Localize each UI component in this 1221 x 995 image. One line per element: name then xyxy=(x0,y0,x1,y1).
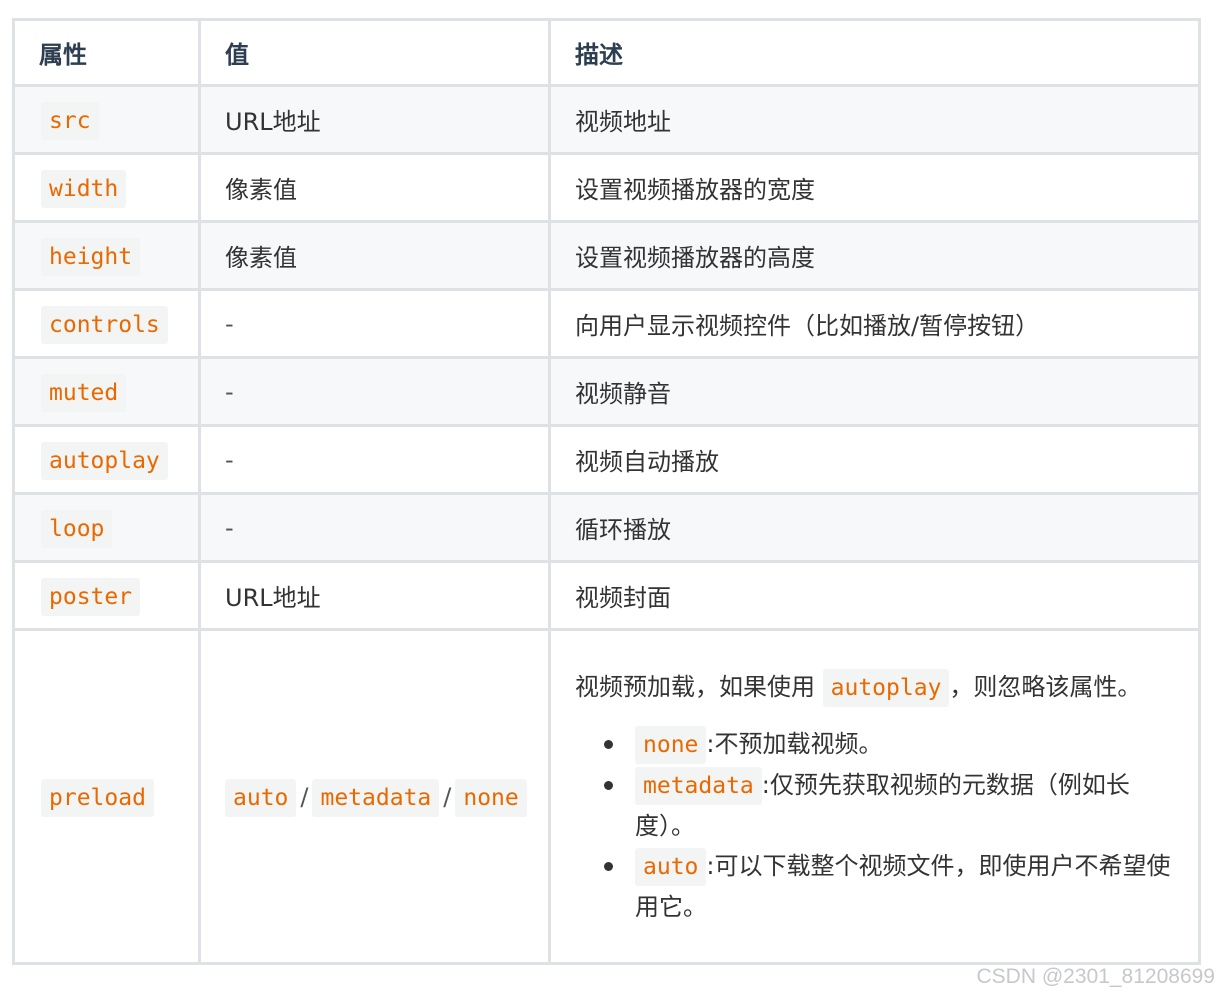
option-text: :不预加载视频。 xyxy=(706,729,883,758)
csdn-watermark: CSDN @2301_81208699 xyxy=(976,965,1216,988)
table-row: width 像素值 设置视频播放器的宽度 xyxy=(12,152,1201,223)
attr-cell: height xyxy=(12,220,201,291)
desc-cell: 视频预加载，如果使用 autoplay ，则忽略该属性。 none:不预加载视频。… xyxy=(548,628,1201,965)
table-row: height 像素值 设置视频播放器的高度 xyxy=(12,220,1201,291)
value-cell: - xyxy=(198,356,551,427)
desc-prefix: 视频预加载，如果使用 xyxy=(575,672,815,701)
table-row: loop - 循环播放 xyxy=(12,492,1201,563)
attr-code: width xyxy=(41,169,127,208)
option-code: metadata xyxy=(635,766,762,805)
table-row: poster URL地址 视频封面 xyxy=(12,560,1201,631)
option-code: none xyxy=(635,725,707,764)
value-cell: URL地址 xyxy=(198,560,551,631)
attr-code: loop xyxy=(41,509,113,548)
table-row: muted - 视频静音 xyxy=(12,356,1201,427)
desc-cell: 视频自动播放 xyxy=(548,424,1201,495)
attr-cell: loop xyxy=(12,492,201,563)
attr-code: preload xyxy=(41,778,154,817)
desc-cell: 循环播放 xyxy=(548,492,1201,563)
desc-cell: 视频地址 xyxy=(548,84,1201,155)
desc-cell: 设置视频播放器的宽度 xyxy=(548,152,1201,223)
header-description: 描述 xyxy=(548,18,1201,87)
value-cell: 像素值 xyxy=(198,152,551,223)
attributes-table: 属性 值 描述 src URL地址 视频地址 width 像素值 设置视频播放器… xyxy=(12,18,1201,965)
attr-code: autoplay xyxy=(41,441,168,480)
table-row: controls - 向用户显示视频控件（比如播放/暂停按钮） xyxy=(12,288,1201,359)
attr-cell: controls xyxy=(12,288,201,359)
value-cell: - xyxy=(198,424,551,495)
value-separator: / xyxy=(300,782,309,811)
desc-cell: 视频静音 xyxy=(548,356,1201,427)
desc-cell: 向用户显示视频控件（比如播放/暂停按钮） xyxy=(548,288,1201,359)
attr-cell: autoplay xyxy=(12,424,201,495)
attr-code: height xyxy=(41,237,141,276)
desc-code-autoplay: autoplay xyxy=(822,668,950,707)
attr-cell: width xyxy=(12,152,201,223)
header-attribute: 属性 xyxy=(12,18,201,87)
attr-code: src xyxy=(41,101,99,140)
table-row-preload: preload auto / metadata / none 视频预加载，如果使用 au… xyxy=(12,628,1201,965)
attr-code: muted xyxy=(41,373,127,412)
list-item: none:不预加载视频。 xyxy=(604,724,1174,765)
attr-cell: preload xyxy=(12,628,201,965)
value-cell: auto / metadata / none xyxy=(198,628,551,965)
attr-cell: poster xyxy=(12,560,201,631)
desc-cell: 视频封面 xyxy=(548,560,1201,631)
table-row: src URL地址 视频地址 xyxy=(12,84,1201,155)
desc-cell: 设置视频播放器的高度 xyxy=(548,220,1201,291)
preload-description: 视频预加载，如果使用 autoplay ，则忽略该属性。 xyxy=(575,667,1174,708)
table-row: autoplay - 视频自动播放 xyxy=(12,424,1201,495)
value-code-auto: auto xyxy=(225,778,297,817)
attr-code: poster xyxy=(41,577,141,616)
value-code-none: none xyxy=(455,778,527,817)
value-code-metadata: metadata xyxy=(312,778,440,817)
preload-options-list: none:不预加载视频。 metadata:仅预先获取视频的元数据（例如长度）。… xyxy=(575,724,1174,927)
attr-cell: src xyxy=(12,84,201,155)
option-text: :可以下载整个视频文件，即使用户不希望使用它。 xyxy=(635,851,1171,921)
desc-suffix: ，则忽略该属性。 xyxy=(949,672,1142,701)
value-cell: - xyxy=(198,288,551,359)
list-item: auto:可以下载整个视频文件，即使用户不希望使用它。 xyxy=(604,846,1174,927)
table-header-row: 属性 值 描述 xyxy=(12,18,1201,87)
attr-code: controls xyxy=(41,305,168,344)
header-value: 值 xyxy=(198,18,551,87)
value-cell: - xyxy=(198,492,551,563)
value-separator: / xyxy=(443,782,452,811)
list-item: metadata:仅预先获取视频的元数据（例如长度）。 xyxy=(604,765,1174,846)
option-code: auto xyxy=(635,847,707,886)
value-cell: 像素值 xyxy=(198,220,551,291)
attr-cell: muted xyxy=(12,356,201,427)
value-cell: URL地址 xyxy=(198,84,551,155)
